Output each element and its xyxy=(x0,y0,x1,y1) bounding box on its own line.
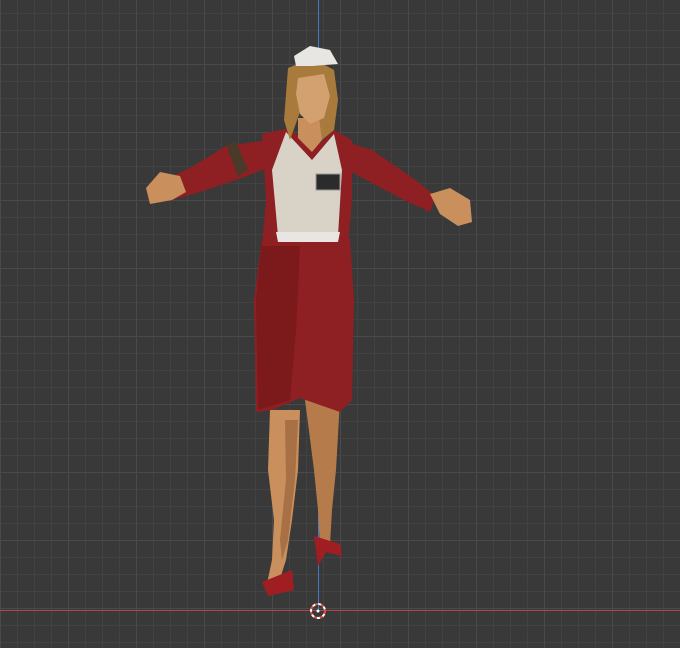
right-shoe xyxy=(314,536,342,566)
right-arm xyxy=(340,140,436,212)
left-hand xyxy=(146,172,186,204)
nurse-cap xyxy=(294,46,338,66)
3d-cursor-icon[interactable] xyxy=(308,601,328,621)
character-model[interactable] xyxy=(0,0,680,648)
name-badge xyxy=(315,173,341,191)
right-leg xyxy=(305,400,340,548)
3d-viewport[interactable] xyxy=(0,0,680,648)
right-hand xyxy=(430,188,472,226)
waist-band xyxy=(276,232,340,242)
